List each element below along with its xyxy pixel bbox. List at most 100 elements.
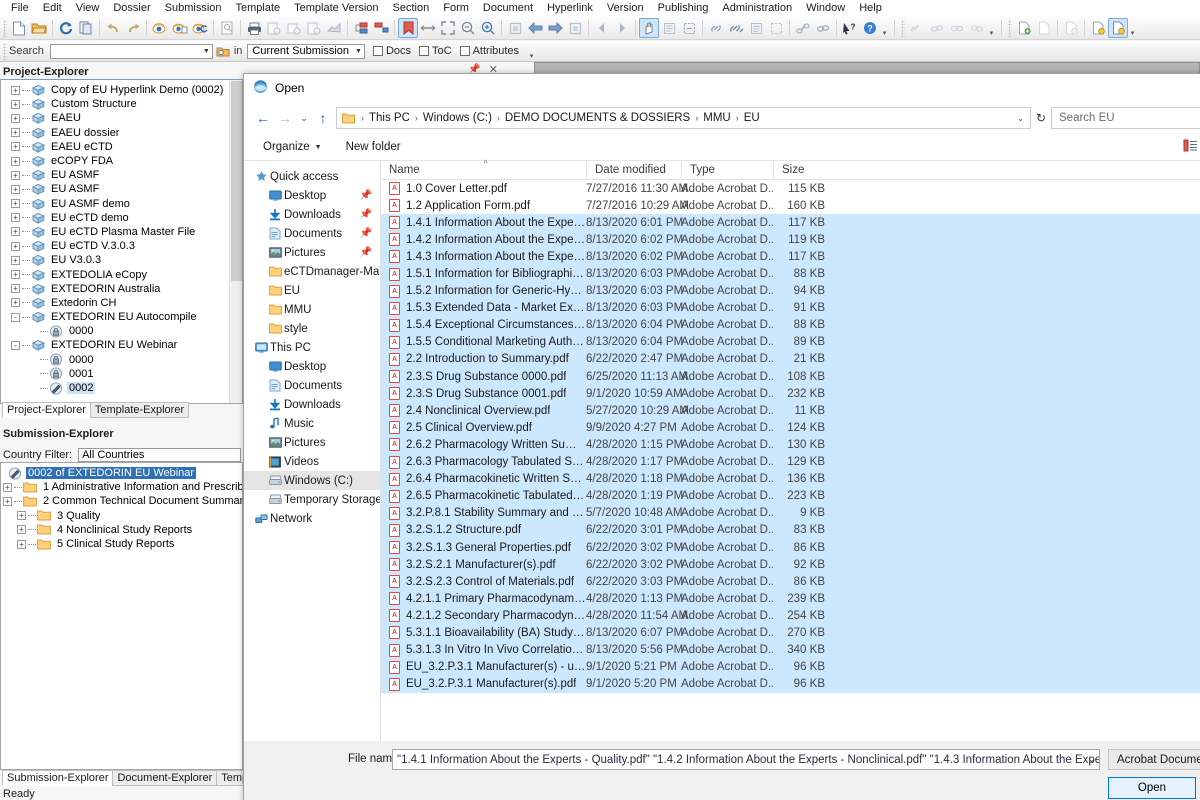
view-eye-icon[interactable] xyxy=(150,18,170,38)
checkbox-toc[interactable]: ToC xyxy=(419,45,452,57)
toolbar-overflow-icon[interactable]: ▾ xyxy=(1128,20,1137,37)
breadcrumb-item-1[interactable]: Windows (C:) xyxy=(421,112,494,124)
project-tree-item[interactable]: +EU ASMF xyxy=(1,168,242,182)
file-list-row[interactable]: A2.6.4 Pharmacokinetic Written Summary..… xyxy=(381,471,1200,488)
dialog-search-input[interactable]: Search EU xyxy=(1051,107,1200,129)
link-pair-icon[interactable] xyxy=(927,18,947,38)
menu-item-version[interactable]: Version xyxy=(600,0,651,16)
file-list-row[interactable]: AEU_3.2.P.3.1 Manufacturer(s) - updated.… xyxy=(381,659,1200,676)
document-new-icon[interactable] xyxy=(1034,18,1054,38)
print-toc-icon[interactable] xyxy=(284,18,304,38)
tree-expander-icon[interactable]: + xyxy=(11,242,20,251)
tab-document-explorer[interactable]: Document-Explorer xyxy=(112,770,217,786)
toolbar-grip[interactable] xyxy=(901,20,905,37)
refresh-icon[interactable] xyxy=(56,18,76,38)
tree-expander-icon[interactable]: + xyxy=(11,86,20,95)
searchbar-grip[interactable] xyxy=(3,43,7,60)
nav-pane-item-desktop[interactable]: Desktop📌 xyxy=(244,186,380,205)
print-document-icon[interactable] xyxy=(264,18,284,38)
help-circle-icon[interactable]: ? xyxy=(860,18,880,38)
back-button[interactable]: ← xyxy=(252,107,274,129)
zoom-in-icon[interactable] xyxy=(478,18,498,38)
menu-item-template[interactable]: Template xyxy=(229,0,288,16)
project-tree-item[interactable]: +EU eCTD demo xyxy=(1,211,242,225)
submission-tree-item[interactable]: +2 Common Technical Document Summaries xyxy=(1,494,242,508)
snapshot-icon[interactable] xyxy=(679,18,699,38)
pin-icon[interactable]: 📌 xyxy=(360,190,380,201)
copy-icon[interactable] xyxy=(76,18,96,38)
tree-expander-icon[interactable]: + xyxy=(11,256,20,265)
refresh-button[interactable]: ↻ xyxy=(1031,111,1051,125)
file-list-row[interactable]: A1.0 Cover Letter.pdf7/27/2016 11:30 AMA… xyxy=(381,180,1200,197)
nav-pane-item-pictures[interactable]: Pictures xyxy=(244,433,380,452)
toolbar-grip[interactable] xyxy=(1008,20,1012,37)
text-select-icon[interactable] xyxy=(659,18,679,38)
submission-tree-item[interactable]: +5 Clinical Study Reports xyxy=(1,537,242,551)
project-tree-item[interactable]: +Custom Structure xyxy=(1,97,242,111)
project-tree-item[interactable]: 0001 xyxy=(1,367,242,381)
menu-item-file[interactable]: File xyxy=(4,0,36,16)
menu-item-section[interactable]: Section xyxy=(386,0,437,16)
file-list-row[interactable]: A3.2.S.2.3 Control of Materials.pdf6/22/… xyxy=(381,573,1200,590)
nav-pane-item-pictures[interactable]: Pictures📌 xyxy=(244,243,380,262)
country-filter-select[interactable]: All Countries xyxy=(78,448,241,462)
project-tree-item[interactable]: 0000 xyxy=(1,324,242,338)
tree-expander-icon[interactable]: + xyxy=(11,213,20,222)
menu-item-submission[interactable]: Submission xyxy=(158,0,229,16)
zoom-out-icon[interactable] xyxy=(458,18,478,38)
nav-pane-item-desktop[interactable]: Desktop xyxy=(244,357,380,376)
tree-expander-icon[interactable]: - xyxy=(11,341,20,350)
tree-expander-icon[interactable]: + xyxy=(17,540,26,549)
column-header-name[interactable]: ^ Name xyxy=(381,161,586,180)
file-list-row[interactable]: A3.2.S.1.2 Structure.pdf6/22/2020 3:01 P… xyxy=(381,522,1200,539)
link-edit-icon[interactable] xyxy=(813,18,833,38)
toolbar-overflow-icon[interactable]: ▾ xyxy=(987,20,996,37)
file-list-row[interactable]: A1.2 Application Form.pdf7/27/2016 10:29… xyxy=(381,197,1200,214)
file-list-row[interactable]: A4.2.1.1 Primary Pharmacodynamics Stud..… xyxy=(381,590,1200,607)
menu-item-edit[interactable]: Edit xyxy=(36,0,69,16)
file-name-input[interactable]: "1.4.1 Information About the Experts - Q… xyxy=(392,749,1100,770)
tree-expander-icon[interactable]: + xyxy=(11,298,20,307)
view-eye-document-icon[interactable] xyxy=(170,18,190,38)
file-list-row[interactable]: A3.2.P.8.1 Stability Summary and Conclus… xyxy=(381,505,1200,522)
project-tree-item[interactable]: -EXTEDORIN EU Autocompile xyxy=(1,310,242,324)
search-history-chevron-icon[interactable]: ▼ xyxy=(203,45,210,58)
file-list-row[interactable]: A1.5.4 Exceptional Circumstances.pdf8/13… xyxy=(381,317,1200,334)
file-list-row[interactable]: A3.2.S.1.3 General Properties.pdf6/22/20… xyxy=(381,539,1200,556)
tree-expander-icon[interactable]: + xyxy=(3,497,12,506)
link-break-icon[interactable] xyxy=(793,18,813,38)
pin-icon[interactable]: 📌 xyxy=(360,228,380,239)
nav-pane-item-mmu[interactable]: MMU xyxy=(244,300,380,319)
file-list-row[interactable]: AEU_3.2.P.3.1 Manufacturer(s).pdf9/1/202… xyxy=(381,676,1200,693)
back-nav-icon[interactable] xyxy=(592,18,612,38)
file-list-row[interactable]: A2.6.2 Pharmacology Written Summary.pdf4… xyxy=(381,436,1200,453)
nav-pane-item-videos[interactable]: Videos xyxy=(244,452,380,471)
project-tree-item[interactable]: +EAEU dossier xyxy=(1,126,242,140)
toolbar-grip[interactable] xyxy=(3,20,7,37)
column-header-size[interactable]: Size xyxy=(773,161,835,180)
nav-pane-item-eu[interactable]: EU xyxy=(244,281,380,300)
pin-icon[interactable]: 📌 xyxy=(360,209,380,220)
project-tree-item[interactable]: +EU ASMF demo xyxy=(1,197,242,211)
fit-width-icon[interactable] xyxy=(418,18,438,38)
nav-pane-item-temporary-storage[interactable]: Temporary Storage xyxy=(244,490,380,509)
recent-locations-chevron-icon[interactable]: ⌄ xyxy=(296,107,312,129)
tab-template-explorer[interactable]: Template-Explorer xyxy=(90,402,189,418)
checkbox-box[interactable] xyxy=(419,46,429,56)
breadcrumb-item-0[interactable]: This PC xyxy=(367,112,412,124)
nav-pane-item-style[interactable]: style xyxy=(244,319,380,338)
menu-item-publishing[interactable]: Publishing xyxy=(651,0,716,16)
project-tree-item[interactable]: +EU ASMF xyxy=(1,182,242,196)
project-explorer-scrollbar[interactable] xyxy=(229,80,242,403)
tree-expander-icon[interactable]: + xyxy=(3,483,12,492)
tree-expander-icon[interactable]: + xyxy=(17,525,26,534)
hyperlink-create-icon[interactable] xyxy=(907,18,927,38)
menu-item-dossier[interactable]: Dossier xyxy=(106,0,157,16)
project-tree-item[interactable]: -EXTEDORIN EU Webinar xyxy=(1,338,242,352)
menu-item-administration[interactable]: Administration xyxy=(715,0,799,16)
breadcrumb-dropdown-icon[interactable]: ⌄ xyxy=(1013,114,1028,123)
file-list-row[interactable]: A5.3.1.3 In Vitro In Vivo Correlation St… xyxy=(381,642,1200,659)
new-document-icon[interactable] xyxy=(9,18,29,38)
tree-expander-icon[interactable]: + xyxy=(17,511,26,520)
report-icon[interactable] xyxy=(324,18,344,38)
